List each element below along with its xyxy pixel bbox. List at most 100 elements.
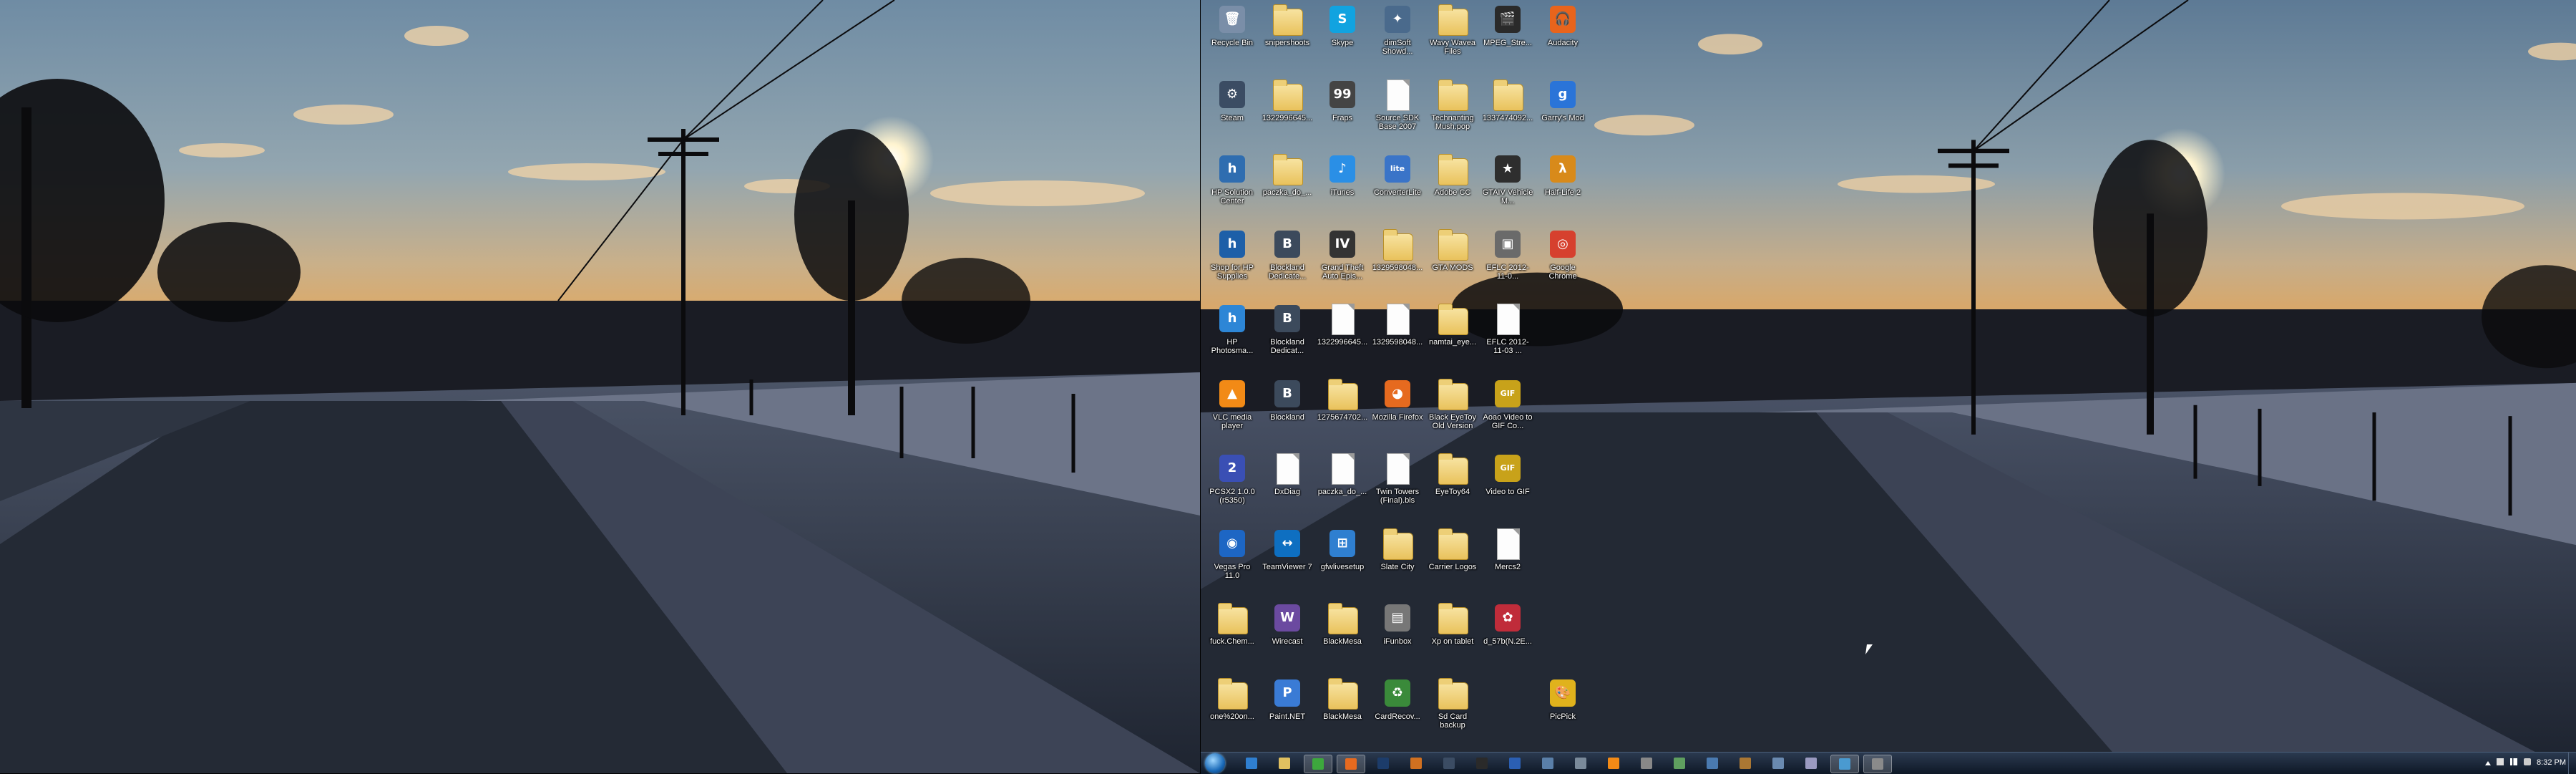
desktop-icon[interactable]: ♻ CardRecov... bbox=[1372, 674, 1423, 745]
taskbar-button[interactable] bbox=[1765, 755, 1792, 772]
desktop-icon[interactable]: ♪ iTunes bbox=[1317, 150, 1368, 221]
image-icon bbox=[1674, 758, 1685, 769]
taskbar-button[interactable] bbox=[1830, 755, 1859, 773]
desktop-icon[interactable]: λ Half-Life 2 bbox=[1537, 150, 1589, 221]
desktop-icon[interactable]: Slate City bbox=[1372, 524, 1423, 596]
desktop-icon[interactable]: h Shop for HP Supplies bbox=[1206, 225, 1258, 296]
desktop-icon[interactable]: P Paint.NET bbox=[1262, 674, 1313, 745]
desktop-icon[interactable]: B Blockland Dedicat... bbox=[1262, 299, 1313, 371]
taskbar-button[interactable] bbox=[1666, 755, 1693, 772]
clock[interactable]: 8:32 PM bbox=[2537, 758, 2566, 767]
desktop-icon-label: Blockland bbox=[1270, 412, 1304, 422]
taskbar-button[interactable] bbox=[1699, 755, 1726, 772]
desktop-icon[interactable]: ◕ Mozilla Firefox bbox=[1372, 374, 1423, 446]
desktop-icon[interactable]: S Skype bbox=[1317, 0, 1368, 72]
hp-photosmart-icon: h bbox=[1215, 302, 1249, 337]
desktop-icon[interactable]: one%20on... bbox=[1206, 674, 1258, 745]
desktop-icon[interactable]: ▤ iFunbox bbox=[1372, 599, 1423, 670]
desktop-icon[interactable]: ✦ dimSoft Showd... bbox=[1372, 0, 1423, 72]
desktop-icon[interactable]: 2 PCSX2 1.0.0 (r5350) bbox=[1206, 449, 1258, 521]
desktop-icon[interactable]: BlackMesa bbox=[1317, 599, 1368, 670]
desktop-icon[interactable]: GTA MODS bbox=[1427, 225, 1478, 296]
desktop-icon[interactable]: ⚙ Steam bbox=[1206, 75, 1258, 147]
desktop-icon[interactable]: Wavy Wavea Files bbox=[1427, 0, 1478, 72]
taskbar-button[interactable] bbox=[1304, 755, 1332, 773]
desktop-icon[interactable]: lite ConverterLite bbox=[1372, 150, 1423, 221]
desktop-icon[interactable]: Sd Card backup bbox=[1427, 674, 1478, 745]
taskbar-button[interactable] bbox=[1370, 755, 1397, 772]
desktop-icon[interactable]: 1337474092... bbox=[1482, 75, 1533, 147]
desktop-icon[interactable]: snipershoots bbox=[1262, 0, 1313, 72]
desktop-icon[interactable]: ⊞ gfwlivesetup bbox=[1317, 524, 1368, 596]
taskbar-button[interactable] bbox=[1468, 755, 1496, 772]
desktop-icon[interactable]: Black EyeToy Old Version bbox=[1427, 374, 1478, 446]
taskbar-button[interactable] bbox=[1863, 755, 1892, 773]
desktop-icon[interactable]: 1329598048... bbox=[1372, 299, 1423, 371]
desktop-icon[interactable]: 🎧 Audacity bbox=[1537, 0, 1589, 72]
taskbar-button[interactable] bbox=[1501, 755, 1528, 772]
taskbar-button[interactable] bbox=[1732, 755, 1759, 772]
half-life-2-icon: λ bbox=[1546, 153, 1580, 187]
desktop-icon[interactable]: B Blockland bbox=[1262, 374, 1313, 446]
taskbar-button[interactable] bbox=[1567, 755, 1594, 772]
taskbar-button[interactable] bbox=[1435, 755, 1463, 772]
desktop-icon[interactable]: ✿ d_57b(N.2E... bbox=[1482, 599, 1533, 670]
folder-icon bbox=[1435, 601, 1470, 636]
desktop-icon[interactable]: IV Grand Theft Auto Epis... bbox=[1317, 225, 1368, 296]
tray-arrow-icon[interactable] bbox=[2484, 761, 2491, 765]
taskbar-button[interactable] bbox=[1238, 755, 1265, 772]
desktop-icon[interactable]: 🎨 PicPick bbox=[1537, 674, 1589, 745]
desktop-icon[interactable]: paczka_do_... bbox=[1317, 449, 1368, 521]
desktop-icon[interactable]: 🗑 Recycle Bin bbox=[1206, 0, 1258, 72]
desktop-icon[interactable]: ▣ EFLC 2012-11-0... bbox=[1482, 225, 1533, 296]
network-icon[interactable] bbox=[2510, 758, 2518, 765]
taskbar-button[interactable] bbox=[1534, 755, 1561, 772]
desktop-icon[interactable]: Mercs2 bbox=[1482, 524, 1533, 596]
taskbar-button[interactable] bbox=[1600, 755, 1627, 772]
ifunbox-icon: ▤ bbox=[1380, 601, 1415, 636]
desktop-icon[interactable]: B Blockland Dedicate... bbox=[1262, 225, 1313, 296]
desktop-icon[interactable]: DxDiag bbox=[1262, 449, 1313, 521]
desktop-icon[interactable]: ▲ VLC media player bbox=[1206, 374, 1258, 446]
desktop-icon[interactable]: ★ GTAIV Vehicle M... bbox=[1482, 150, 1533, 221]
flag-icon[interactable] bbox=[2497, 758, 2504, 765]
desktop-icon[interactable]: 1322996645... bbox=[1262, 75, 1313, 147]
desktop-icon[interactable]: ◎ Google Chrome bbox=[1537, 225, 1589, 296]
desktop-icon[interactable]: GIF Video to GIF bbox=[1482, 449, 1533, 521]
desktop-icon[interactable]: 1275674702... bbox=[1317, 374, 1368, 446]
desktop-icon[interactable]: 1329598048... bbox=[1372, 225, 1423, 296]
desktop-icon[interactable]: Carrier Logos bbox=[1427, 524, 1478, 596]
desktop-icon[interactable]: Source SDK Base 2007 bbox=[1372, 75, 1423, 147]
desktop-icon[interactable]: GIF Aoao Video to GIF Co... bbox=[1482, 374, 1533, 446]
taskbar-button[interactable] bbox=[1633, 755, 1660, 772]
desktop-icon[interactable]: Xp on tablet bbox=[1427, 599, 1478, 670]
desktop-icon[interactable]: Adobe CC bbox=[1427, 150, 1478, 221]
volume-icon[interactable] bbox=[2524, 758, 2531, 765]
desktop-icon[interactable]: 99 Fraps bbox=[1317, 75, 1368, 147]
desktop-icon[interactable]: Twin Towers (Final).bls bbox=[1372, 449, 1423, 521]
desktop-icon[interactable]: EyeToy64 bbox=[1427, 449, 1478, 521]
desktop-icon[interactable]: fuck.Chem... bbox=[1206, 599, 1258, 670]
desktop-icon[interactable]: g Garry's Mod bbox=[1537, 75, 1589, 147]
desktop-icon[interactable]: W Wirecast bbox=[1262, 599, 1313, 670]
desktop-icon[interactable]: BlackMesa bbox=[1317, 674, 1368, 745]
desktop-icon[interactable]: namtai_eye... bbox=[1427, 299, 1478, 371]
desktop-icon[interactable]: ◉ Vegas Pro 11.0 bbox=[1206, 524, 1258, 596]
fraps-icon: 99 bbox=[1325, 78, 1360, 112]
show-desktop-button[interactable] bbox=[2568, 753, 2576, 774]
desktop-icon[interactable]: Technanting Mush.pop bbox=[1427, 75, 1478, 147]
start-button[interactable] bbox=[1205, 753, 1225, 773]
green-app-icon bbox=[1312, 758, 1324, 770]
taskbar-button[interactable] bbox=[1797, 755, 1825, 772]
taskbar-button[interactable] bbox=[1337, 755, 1365, 773]
desktop-icon[interactable]: 🎬 MPEG_Stre... bbox=[1482, 0, 1533, 72]
taskbar-button[interactable] bbox=[1402, 755, 1430, 772]
desktop-icon[interactable]: 1322996645... bbox=[1317, 299, 1368, 371]
desktop-icon[interactable]: h HP Photosma... bbox=[1206, 299, 1258, 371]
desktop-icon[interactable]: paczka_do_... bbox=[1262, 150, 1313, 221]
desktop-icon[interactable]: EFLC 2012-11-03 ... bbox=[1482, 299, 1533, 371]
taskbar-button[interactable] bbox=[1271, 755, 1298, 772]
desktop-icon-label: Wirecast bbox=[1272, 637, 1303, 646]
desktop-icon[interactable]: ↔ TeamViewer 7 bbox=[1262, 524, 1313, 596]
desktop-icon[interactable]: h HP Solution Center bbox=[1206, 150, 1258, 221]
